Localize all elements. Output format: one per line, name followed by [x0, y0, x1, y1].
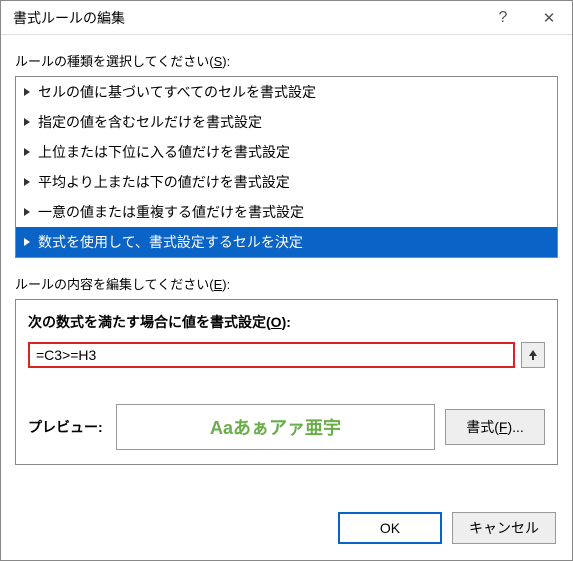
formula-title-post: ): [282, 314, 291, 330]
preview-row: プレビュー: Aaあぁアァ亜宇 書式(F)... [28, 404, 545, 450]
rule-edit-label-post: ): [222, 277, 230, 292]
rule-type-listbox[interactable]: セルの値に基づいてすべてのセルを書式設定指定の値を含むセルだけを書式設定上位また… [15, 76, 558, 258]
help-button[interactable]: ? [480, 1, 526, 34]
rule-type-accel: S [214, 54, 223, 69]
format-button-pre: 書式( [466, 419, 499, 435]
dialog-window: 書式ルールの編集 ? ✕ ルールの種類を選択してください(S): セルの値に基づ… [0, 0, 573, 561]
rule-type-label-pre: ルールの種類を選択してください( [15, 54, 214, 69]
rule-type-item-label: 上位または下位に入る値だけを書式設定 [38, 142, 290, 162]
arrow-icon [24, 208, 30, 216]
format-button-post: )... [507, 419, 523, 435]
rule-type-item[interactable]: 指定の値を含むセルだけを書式設定 [16, 107, 557, 137]
arrow-icon [24, 178, 30, 186]
rule-type-label: ルールの種類を選択してください(S): [15, 51, 558, 70]
rule-type-item-label: セルの値に基づいてすべてのセルを書式設定 [38, 82, 316, 102]
rule-edit-label-pre: ルールの内容を編集してください( [15, 277, 214, 292]
cancel-button[interactable]: キャンセル [452, 512, 556, 544]
formula-title: 次の数式を満たす場合に値を書式設定(O): [28, 312, 545, 332]
format-button[interactable]: 書式(F)... [445, 409, 545, 445]
preview-label: プレビュー: [28, 417, 106, 437]
rule-type-item-label: 指定の値を含むセルだけを書式設定 [38, 112, 262, 132]
formula-accel: O [271, 314, 282, 330]
rule-type-item[interactable]: 平均より上または下の値だけを書式設定 [16, 167, 557, 197]
dialog-footer: OK キャンセル [1, 500, 572, 560]
rule-type-item-label: 数式を使用して、書式設定するセルを決定 [38, 232, 303, 252]
rule-type-item[interactable]: 数式を使用して、書式設定するセルを決定 [16, 227, 557, 257]
rule-type-item[interactable]: セルの値に基づいてすべてのセルを書式設定 [16, 77, 557, 107]
arrow-icon [24, 118, 30, 126]
rule-edit-panel: 次の数式を満たす場合に値を書式設定(O): プレビュー: Aaあぁアァ亜宇 書式… [15, 299, 558, 465]
arrow-icon [24, 88, 30, 96]
range-selector-button[interactable] [521, 342, 545, 368]
formula-row [28, 342, 545, 368]
ok-button[interactable]: OK [338, 512, 442, 544]
rule-type-item[interactable]: 一意の値または重複する値だけを書式設定 [16, 197, 557, 227]
arrow-icon [24, 238, 30, 246]
titlebar: 書式ルールの編集 ? ✕ [1, 1, 572, 35]
rule-type-item-label: 平均より上または下の値だけを書式設定 [38, 172, 290, 192]
dialog-title: 書式ルールの編集 [13, 8, 480, 28]
rule-edit-label: ルールの内容を編集してください(E): [15, 274, 558, 293]
preview-sample: Aaあぁアァ亜宇 [116, 404, 435, 450]
formula-input[interactable] [28, 342, 515, 368]
rule-type-item[interactable]: 上位または下位に入る値だけを書式設定 [16, 137, 557, 167]
close-button[interactable]: ✕ [526, 1, 572, 34]
arrow-icon [24, 148, 30, 156]
rule-type-item-label: 一意の値または重複する値だけを書式設定 [38, 202, 304, 222]
formula-title-pre: 次の数式を満たす場合に値を書式設定( [28, 314, 271, 330]
dialog-body: ルールの種類を選択してください(S): セルの値に基づいてすべてのセルを書式設定… [1, 35, 572, 500]
rule-type-label-post: ): [222, 54, 230, 69]
collapse-icon [527, 349, 539, 361]
rule-edit-accel: E [214, 277, 223, 292]
